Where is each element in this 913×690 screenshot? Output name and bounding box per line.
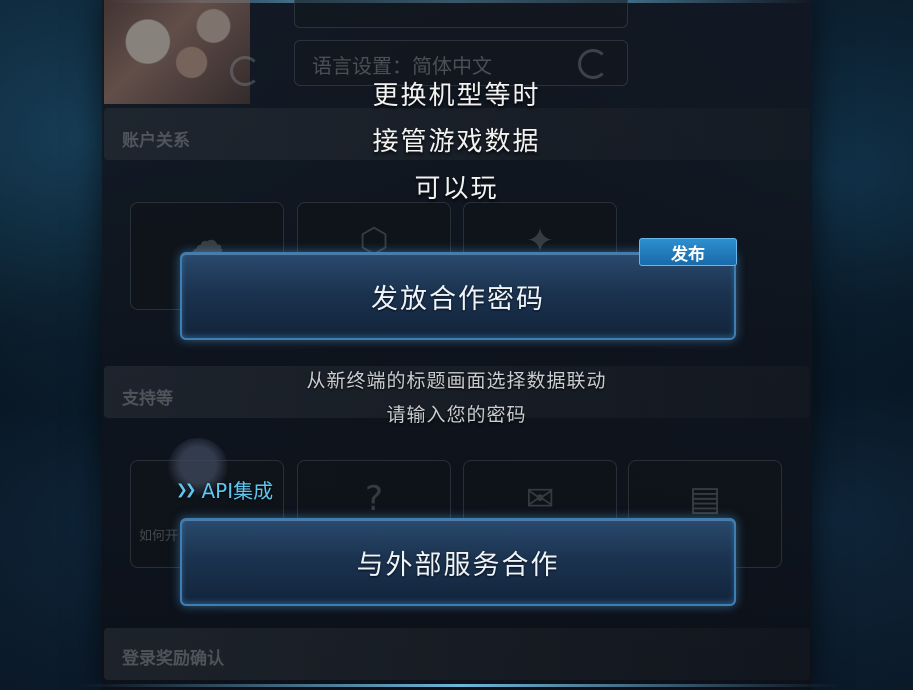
- publish-badge: 发布: [639, 238, 737, 266]
- question-icon: ?: [364, 479, 384, 519]
- double-chevron-right-icon: ❯❯: [176, 481, 197, 498]
- title-line-3: 可以玩: [414, 174, 499, 204]
- issue-password-button-label: 发放合作密码: [371, 283, 545, 315]
- api-integration-text: API集成: [201, 479, 274, 503]
- game-screen: 语言设置：简体中文 账户关系 ☁ ⬡ ✦ 支持等 如何开 ? ✉ ▤ 登录奖励确…: [0, 0, 913, 690]
- description-line-2: 请输入您的密码: [386, 404, 527, 426]
- description-line-1: 从新终端的标题画面选择数据联动: [306, 370, 607, 392]
- document-icon: ▤: [688, 479, 722, 519]
- envelope-icon: ✉: [525, 479, 555, 519]
- panel-bottom-glow: [80, 684, 840, 687]
- external-service-button[interactable]: 与外部服务合作: [180, 518, 736, 606]
- title-line-1: 更换机型等时: [372, 81, 541, 111]
- external-service-button-label: 与外部服务合作: [356, 549, 560, 581]
- login-rewards-section-title: 登录奖励确认: [122, 649, 224, 669]
- support-tile-caption: 如何开: [139, 529, 179, 544]
- title-line-2: 接管游戏数据: [372, 127, 541, 157]
- api-integration-label: ❯❯ API集成: [176, 475, 273, 504]
- name-field[interactable]: [294, 0, 628, 28]
